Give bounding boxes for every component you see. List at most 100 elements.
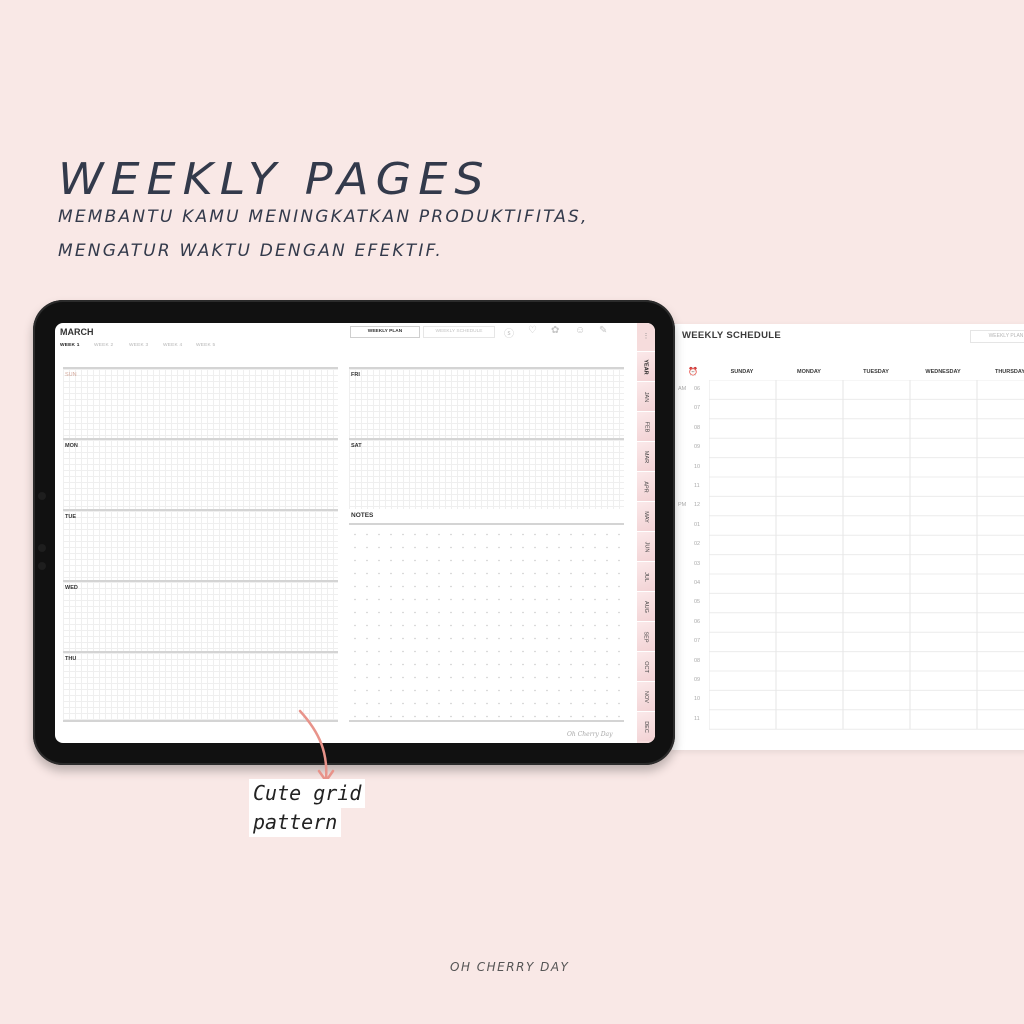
hour-label: 08 bbox=[694, 424, 701, 431]
schedule-day-header: SUNDAY bbox=[730, 369, 754, 375]
side-tab-label: JUN bbox=[642, 541, 649, 552]
side-tab-jun[interactable]: JUN bbox=[637, 531, 655, 561]
schedule-day-header: WEDNESDAY bbox=[925, 369, 961, 375]
heart-icon[interactable]: ♡ bbox=[528, 325, 537, 336]
week-tab[interactable]: WEEK 3 bbox=[129, 343, 148, 348]
subtitle-line-2: MENGATUR WAKTU DENGAN EFEKTIF. bbox=[58, 241, 443, 261]
schedule-day-header: MONDAY bbox=[797, 369, 821, 375]
side-button bbox=[38, 562, 46, 570]
hour-label: 02 bbox=[694, 541, 701, 548]
hour-label: 12 bbox=[694, 502, 701, 509]
weekly-plan-link-button[interactable]: WEEKLY PLAN bbox=[970, 330, 1024, 343]
hour-label: 11 bbox=[694, 715, 700, 722]
hour-label: 05 bbox=[694, 599, 701, 606]
callout-line-1: Cute grid bbox=[249, 779, 366, 808]
callout-note: Cute grid pattern bbox=[249, 779, 366, 837]
planner-screen: MARCH WEEK 1 WEEK 2 WEEK 3 WEEK 4 WEEK 5 WEE… bbox=[55, 323, 655, 743]
schedule-title: WEEKLY SCHEDULE bbox=[682, 330, 781, 341]
tablet-device: MARCH WEEK 1 WEEK 2 WEEK 3 WEEK 4 WEEK 5 WEE… bbox=[33, 300, 675, 765]
side-tab-feb[interactable]: FEB bbox=[637, 411, 655, 441]
side-tab-dec[interactable]: DEC bbox=[637, 711, 655, 741]
hour-label: 01 bbox=[694, 521, 701, 528]
hour-label: 09 bbox=[694, 677, 701, 683]
dollar-icon[interactable]: ⓢ bbox=[504, 325, 514, 340]
hour-label: 03 bbox=[694, 560, 701, 567]
day-box-wed[interactable]: WED bbox=[63, 580, 338, 651]
hour-label: 07 bbox=[694, 638, 701, 645]
schedule-day-header: THURSDAY bbox=[994, 369, 1024, 375]
day-label: SUN bbox=[65, 372, 77, 378]
side-tab-year[interactable]: YEAR bbox=[637, 351, 655, 381]
side-tab-nov[interactable]: NOV bbox=[637, 681, 655, 711]
hour-label: 09 bbox=[694, 444, 701, 451]
more-options-icon[interactable]: ⋮ bbox=[637, 323, 655, 351]
notes-dot-grid[interactable] bbox=[349, 528, 624, 722]
day-label: THU bbox=[65, 656, 77, 662]
month-tabs: ⋮ YEAR JAN FEB MAR APR MAY JUN JUL AUG SEP OCT NOV D… bbox=[637, 323, 655, 743]
camera-dot bbox=[38, 492, 46, 500]
subtitle-line-1: MEMBANTU KAMU MENINGKATKAN PRODUKTIFITAS… bbox=[58, 207, 589, 227]
notepad-icon[interactable]: ✎ bbox=[599, 325, 607, 336]
day-box-fri[interactable]: FRI bbox=[349, 367, 624, 438]
side-tab-label: JAN bbox=[642, 391, 649, 402]
side-tab-jul[interactable]: JUL bbox=[637, 561, 655, 591]
hour-label: 08 bbox=[694, 657, 701, 664]
curved-arrow-icon bbox=[298, 709, 335, 783]
brand-signature: Oh Cherry Day bbox=[567, 731, 613, 738]
day-box-sat[interactable]: SAT bbox=[349, 438, 624, 509]
side-tab-label: YEAR bbox=[643, 358, 649, 375]
flower-icon[interactable]: ✿ bbox=[551, 325, 559, 336]
smiley-icon[interactable]: ☺ bbox=[575, 325, 585, 336]
callout-line-2: pattern bbox=[249, 808, 342, 837]
side-tab-label: APR bbox=[643, 480, 649, 493]
day-label: TUE bbox=[65, 514, 76, 520]
day-label: WED bbox=[65, 585, 78, 591]
day-box-sun[interactable]: SUN bbox=[63, 367, 338, 438]
notes-label: NOTES bbox=[351, 512, 374, 519]
side-tab-label: DEC bbox=[643, 720, 649, 733]
hour-label: 11 bbox=[694, 483, 700, 489]
week-tab[interactable]: WEEK 5 bbox=[196, 343, 215, 348]
day-label: MON bbox=[65, 443, 78, 449]
side-tab-jan[interactable]: JAN bbox=[637, 381, 655, 411]
hour-label: 10 bbox=[694, 463, 701, 470]
hour-label: 06 bbox=[694, 618, 701, 625]
side-tab-aug[interactable]: AUG bbox=[637, 591, 655, 621]
pm-label: PM bbox=[678, 502, 687, 508]
hour-label: 07 bbox=[694, 405, 701, 412]
hour-label: 10 bbox=[694, 696, 701, 703]
side-button bbox=[38, 544, 46, 552]
weekly-plan-button[interactable]: WEEKLY PLAN bbox=[350, 326, 420, 338]
side-tab-label: OCT bbox=[643, 660, 649, 673]
side-tab-may[interactable]: MAY bbox=[637, 501, 655, 531]
side-tab-label: JUL bbox=[643, 571, 649, 582]
week-tab[interactable]: WEEK 2 bbox=[94, 343, 113, 348]
schedule-grid[interactable] bbox=[709, 380, 1024, 730]
side-tab-oct[interactable]: OCT bbox=[637, 651, 655, 681]
page-headline: WEEKLY PAGES bbox=[58, 153, 491, 205]
weekly-schedule-button[interactable]: WEEKLY SCHEDULE bbox=[423, 326, 495, 338]
month-title: MARCH bbox=[60, 327, 94, 337]
side-tab-label: FEB bbox=[642, 421, 649, 432]
schedule-day-header: TUESDAY bbox=[863, 369, 889, 375]
day-box-mon[interactable]: MON bbox=[63, 438, 338, 509]
side-tab-label: NOV bbox=[642, 690, 649, 703]
hour-label: 04 bbox=[694, 580, 701, 586]
week-tab[interactable]: WEEK 4 bbox=[163, 343, 182, 348]
hour-label: 06 bbox=[694, 386, 701, 392]
side-tab-label: SEP bbox=[642, 630, 649, 643]
side-tab-sep[interactable]: SEP bbox=[637, 621, 655, 651]
day-label: FRI bbox=[351, 372, 360, 378]
side-tab-mar[interactable]: MAR bbox=[637, 441, 655, 471]
day-label: SAT bbox=[351, 443, 362, 449]
am-label: AM bbox=[678, 386, 687, 392]
notes-header: NOTES bbox=[349, 509, 624, 525]
side-tab-label: MAR bbox=[642, 450, 649, 463]
brand-footer: OH CHERRY DAY bbox=[450, 960, 570, 974]
side-tab-label: AUG bbox=[642, 600, 649, 613]
day-box-tue[interactable]: TUE bbox=[63, 509, 338, 580]
week-tab[interactable]: WEEK 1 bbox=[60, 343, 80, 348]
side-tab-apr[interactable]: APR bbox=[637, 471, 655, 501]
weekly-schedule-page: WEEKLY SCHEDULE WEEKLY PLAN ⏰ SUNDAY MOND… bbox=[672, 324, 1024, 750]
alarm-clock-icon: ⏰ bbox=[688, 367, 698, 376]
